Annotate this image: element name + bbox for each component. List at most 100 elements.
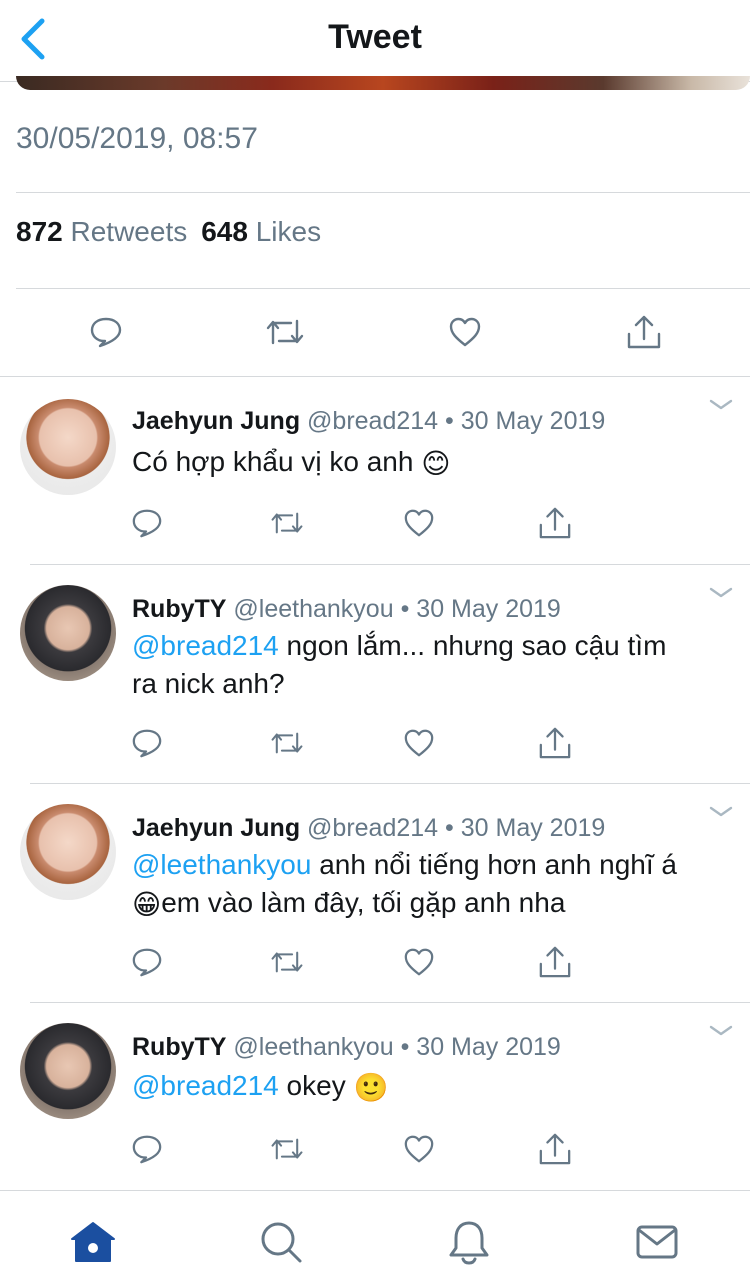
- top-navigation-bar: Tweet: [0, 0, 750, 82]
- likes-label: Likes: [255, 216, 322, 247]
- reply-text: @bread214 okey 🙂: [132, 1067, 722, 1107]
- author-name[interactable]: Jaehyun Jung: [132, 814, 300, 842]
- like-button[interactable]: [445, 312, 485, 352]
- reply-icon: [132, 509, 162, 538]
- author-handle[interactable]: @bread214: [307, 814, 438, 842]
- retweet-button[interactable]: [270, 945, 304, 979]
- reply-button[interactable]: [130, 945, 164, 979]
- tab-home[interactable]: [70, 1219, 116, 1265]
- share-button[interactable]: [538, 1132, 572, 1166]
- like-icon: [404, 729, 434, 757]
- retweet-icon: [271, 1138, 303, 1160]
- reply-text-line: okey: [278, 1070, 346, 1101]
- author-name[interactable]: RubyTY: [132, 1033, 226, 1061]
- author-handle[interactable]: @bread214: [307, 407, 438, 435]
- reply-date: 30 May 2019: [460, 407, 606, 435]
- notifications-icon: [449, 1221, 489, 1265]
- share-icon: [539, 946, 571, 978]
- smiling-face-emoji: 😊: [421, 447, 451, 479]
- reply-action-bar: [0, 726, 750, 766]
- divider: [30, 564, 750, 565]
- messages-icon: [636, 1225, 678, 1259]
- reply-text: Có hợp khẩu vị ko anh 😊: [132, 443, 722, 483]
- divider: [30, 783, 750, 784]
- like-icon: [449, 317, 481, 347]
- separator-dot: •: [445, 407, 454, 435]
- reply-icon: [90, 317, 122, 348]
- mention-link[interactable]: @leethankyou: [132, 849, 311, 880]
- reply-date: 30 May 2019: [460, 814, 606, 842]
- share-button[interactable]: [538, 506, 572, 540]
- home-icon: [71, 1222, 115, 1262]
- reply-text: @leethankyou anh nổi tiếng hơn anh nghĩ …: [132, 846, 722, 924]
- likes-count: 648: [201, 216, 248, 247]
- author-name[interactable]: Jaehyun Jung: [132, 407, 300, 435]
- reply-button[interactable]: [86, 312, 126, 352]
- reply-text-line: ra nick anh?: [132, 668, 285, 699]
- share-button[interactable]: [624, 312, 664, 352]
- divider: [30, 1002, 750, 1003]
- author-handle[interactable]: @leethankyou: [233, 1033, 393, 1061]
- reply-text-line: em vào làm đây, tối gặp anh nha: [161, 887, 566, 918]
- avatar[interactable]: [20, 585, 116, 681]
- reply-button[interactable]: [130, 726, 164, 760]
- tweet-stats: 872 Retweets 648 Likes: [16, 216, 321, 248]
- tab-notifications[interactable]: [446, 1219, 492, 1265]
- reply-header: RubyTY @leethankyou • 30 May 2019: [132, 1033, 561, 1062]
- reply-action-bar: [0, 1132, 750, 1172]
- retweet-icon: [266, 319, 304, 345]
- grinning-face-emoji: 😁: [132, 888, 162, 920]
- tab-messages[interactable]: [634, 1219, 680, 1265]
- chevron-down-icon[interactable]: [708, 397, 734, 413]
- reply-text: @bread214 ngon lắm... nhưng sao cậu tìm …: [132, 627, 722, 703]
- reply-action-bar: [0, 945, 750, 985]
- chevron-down-icon[interactable]: [708, 804, 734, 820]
- share-icon: [539, 1133, 571, 1165]
- avatar[interactable]: [20, 804, 116, 900]
- likes-stat[interactable]: 648 Likes: [201, 216, 321, 247]
- reply-icon: [132, 1135, 162, 1164]
- tweet-timestamp: 30/05/2019, 08:57: [16, 122, 258, 155]
- retweet-button[interactable]: [270, 1132, 304, 1166]
- mention-link[interactable]: @bread214: [132, 1070, 279, 1101]
- retweet-button[interactable]: [265, 312, 305, 352]
- retweet-icon: [271, 732, 303, 754]
- divider: [16, 288, 750, 289]
- bottom-tab-bar: [0, 1190, 750, 1287]
- share-button[interactable]: [538, 945, 572, 979]
- tweet-image-edge[interactable]: [16, 76, 750, 90]
- reply-text-line: anh nổi tiếng hơn anh nghĩ á: [311, 849, 677, 880]
- retweet-button[interactable]: [270, 506, 304, 540]
- reply-button[interactable]: [130, 506, 164, 540]
- author-handle[interactable]: @leethankyou: [233, 595, 393, 623]
- like-icon: [404, 1135, 434, 1163]
- reply-button[interactable]: [130, 1132, 164, 1166]
- share-button[interactable]: [538, 726, 572, 760]
- retweet-button[interactable]: [270, 726, 304, 760]
- share-icon: [627, 315, 661, 349]
- chevron-down-icon[interactable]: [708, 1023, 734, 1039]
- like-button[interactable]: [402, 1132, 436, 1166]
- retweet-icon: [271, 951, 303, 973]
- separator-dot: •: [445, 814, 454, 842]
- page-title: Tweet: [328, 18, 422, 56]
- retweets-count: 872: [16, 216, 63, 247]
- divider: [0, 376, 750, 377]
- author-name[interactable]: RubyTY: [132, 595, 226, 623]
- like-button[interactable]: [402, 945, 436, 979]
- avatar[interactable]: [20, 1023, 116, 1119]
- like-button[interactable]: [402, 506, 436, 540]
- reply-date: 30 May 2019: [416, 1033, 561, 1061]
- like-button[interactable]: [402, 726, 436, 760]
- mention-link[interactable]: @bread214: [132, 630, 279, 661]
- reply-text-line: Có hợp khẩu vị ko anh: [132, 446, 414, 477]
- chevron-down-icon[interactable]: [708, 585, 734, 601]
- like-icon: [404, 948, 434, 976]
- reply-header: Jaehyun Jung @bread214 • 30 May 2019: [132, 814, 605, 843]
- tweet-action-bar: [0, 290, 750, 376]
- avatar[interactable]: [20, 399, 116, 495]
- reply-header: Jaehyun Jung @bread214 • 30 May 2019: [132, 407, 605, 436]
- retweets-label: Retweets: [70, 216, 188, 247]
- tab-search[interactable]: [258, 1219, 304, 1265]
- retweets-stat[interactable]: 872 Retweets: [16, 216, 187, 247]
